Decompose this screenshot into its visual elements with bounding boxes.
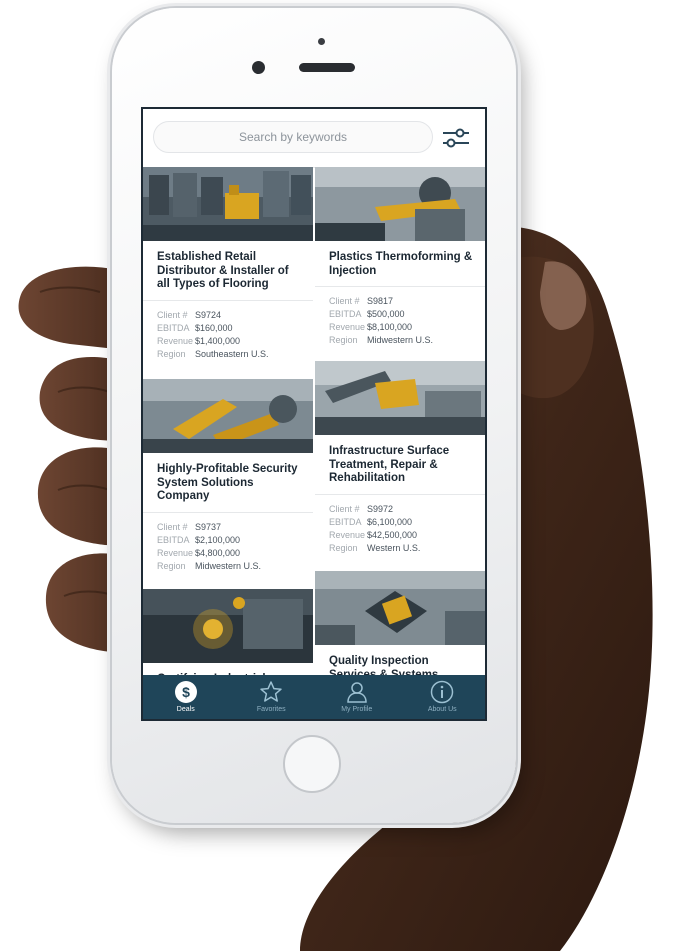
stat-value: S9972 [367, 503, 394, 514]
stat-label: Region [329, 335, 358, 345]
stat-revenue: Revenue $4,800,000 [157, 547, 301, 560]
plastics-worker-image [315, 167, 485, 241]
deal-card[interactable]: Established Retail Distributor & Install… [143, 167, 313, 367]
star-icon [260, 681, 282, 702]
stat-label: Client # [329, 296, 360, 306]
stat-label: Revenue [157, 335, 194, 346]
stat-ebitda: EBITDA $6,100,000 [329, 516, 473, 529]
search-header: Search by keywords [143, 109, 485, 168]
infrastructure-excavator-image [315, 361, 485, 435]
stat-value: $2,100,000 [195, 534, 241, 545]
stat-region: Region Western U.S. [329, 542, 473, 555]
deal-card[interactable]: Plastics Thermoforming & Injection Clien… [315, 167, 485, 353]
deal-title: Established Retail Distributor & Install… [143, 241, 313, 301]
stat-value: $6,100,000 [367, 516, 413, 527]
stat-label: EBITDA [157, 322, 190, 333]
stat-label: Client # [157, 521, 188, 532]
deal-title: Certifying Industrial [143, 663, 313, 675]
stat-label: Revenue [329, 529, 366, 540]
front-camera [252, 61, 265, 74]
dollar-icon: $ [174, 681, 197, 703]
welding-image [143, 589, 313, 663]
deal-stats: Client # S9724 EBITDA $160,000 Revenue $1,4… [143, 301, 313, 367]
tab-my-profile[interactable]: My Profile [314, 675, 400, 719]
stat-client: Client # S9817 [329, 295, 473, 308]
deals-grid: Established Retail Distributor & Install… [143, 167, 485, 675]
tab-label: My Profile [341, 706, 373, 713]
stat-revenue: Revenue $1,400,000 [157, 335, 301, 348]
stat-region: Region Midwestern U.S. [329, 334, 473, 347]
stat-label: EBITDA [329, 309, 362, 319]
info-icon [431, 680, 454, 704]
deal-card[interactable]: Highly-Profitable Security System Soluti… [143, 379, 313, 579]
tab-about-us[interactable]: About Us [400, 675, 486, 719]
profile-icon [346, 682, 367, 703]
stat-value: $42,500,000 [367, 529, 418, 540]
stat-value: Southeastern U.S. [195, 348, 269, 359]
warehouse-forklift-image [143, 167, 313, 241]
stat-revenue: Revenue $8,100,000 [329, 321, 473, 334]
proximity-sensor [318, 38, 325, 45]
stat-value: S9737 [195, 521, 222, 532]
stat-label: Revenue [329, 322, 366, 332]
svg-text:$: $ [182, 684, 190, 700]
tab-favorites[interactable]: Favorites [229, 675, 315, 719]
tab-label: Deals [176, 706, 195, 713]
bottom-tab-bar: $ Deals Favorites My Profile About Us [143, 675, 485, 719]
stat-value: Midwestern U.S. [367, 335, 434, 345]
stat-label: Region [329, 542, 358, 553]
stat-label: EBITDA [157, 534, 190, 545]
stat-label: Revenue [157, 547, 194, 558]
stat-region: Region Southeastern U.S. [157, 348, 301, 361]
deal-card[interactable]: Quality Inspection Services & Systems [315, 571, 485, 675]
deal-title: Highly-Profitable Security System Soluti… [143, 453, 313, 513]
stat-label: Client # [157, 309, 188, 320]
home-button[interactable] [283, 735, 341, 793]
stat-value: $160,000 [195, 322, 233, 333]
deal-title: Quality Inspection Services & Systems [315, 645, 485, 675]
deal-title: Infrastructure Surface Treatment, Repair… [315, 435, 485, 495]
tab-deals[interactable]: $ Deals [143, 675, 229, 719]
stat-region: Region Midwestern U.S. [157, 560, 301, 573]
microchip-inspection-image [315, 571, 485, 645]
stat-value: $8,100,000 [367, 322, 413, 332]
stat-value: Western U.S. [367, 542, 421, 553]
stat-label: Region [157, 348, 186, 359]
stat-ebitda: EBITDA $2,100,000 [157, 534, 301, 547]
stat-revenue: Revenue $42,500,000 [329, 529, 473, 542]
deal-card[interactable]: Certifying Industrial [143, 589, 313, 675]
search-input[interactable]: Search by keywords [153, 121, 433, 153]
stat-value: S9724 [195, 309, 222, 320]
stat-label: EBITDA [329, 516, 362, 527]
stat-client: Client # S9724 [157, 309, 301, 322]
stat-ebitda: EBITDA $500,000 [329, 308, 473, 321]
stat-client: Client # S9737 [157, 521, 301, 534]
stat-ebitda: EBITDA $160,000 [157, 322, 301, 335]
stat-value: Midwestern U.S. [195, 560, 262, 571]
filter-sliders-icon[interactable] [439, 125, 473, 151]
deal-card[interactable]: Infrastructure Surface Treatment, Repair… [315, 361, 485, 561]
deal-stats: Client # S9817 EBITDA $500,000 Revenue $8,1… [315, 287, 485, 353]
tab-label: About Us [427, 706, 457, 713]
app-screen: Search by keywords Established Retail Di… [141, 107, 487, 721]
earpiece-speaker [299, 63, 355, 72]
tab-label: Favorites [256, 706, 286, 713]
stat-value: $4,800,000 [195, 547, 241, 558]
security-hands-image [143, 379, 313, 453]
stat-value: $500,000 [367, 309, 405, 319]
deal-stats: Client # S9972 EBITDA $6,100,000 Revenue $4… [315, 495, 485, 561]
stat-client: Client # S9972 [329, 503, 473, 516]
stat-value: S9817 [367, 296, 394, 306]
stat-label: Client # [329, 503, 360, 514]
deal-title: Plastics Thermoforming & Injection [315, 241, 485, 287]
stat-label: Region [157, 560, 186, 571]
stat-value: $1,400,000 [195, 335, 241, 346]
deal-stats: Client # S9737 EBITDA $2,100,000 Revenue $4… [143, 513, 313, 579]
